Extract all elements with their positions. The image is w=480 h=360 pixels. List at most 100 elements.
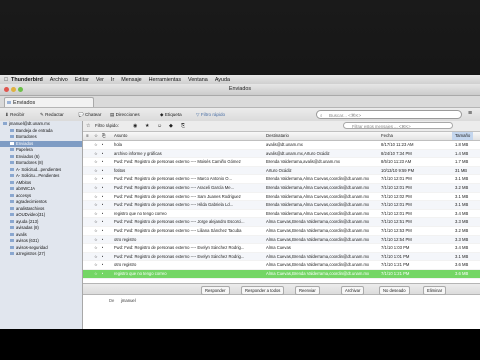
date-column-header[interactable]: Fecha bbox=[381, 132, 393, 140]
star-icon[interactable]: ☆ bbox=[94, 175, 98, 183]
folder-icon bbox=[10, 141, 14, 145]
thread-column-icon[interactable]: ≡ bbox=[86, 132, 89, 140]
close-window-button[interactable] bbox=[4, 87, 9, 92]
tag-filter-icon[interactable]: ◆ bbox=[169, 121, 173, 131]
minimize-window-button[interactable] bbox=[11, 87, 16, 92]
message-recipient: Arturo Ocádiz bbox=[266, 167, 292, 173]
star-icon[interactable]: ☆ bbox=[94, 150, 98, 158]
folder-icon bbox=[10, 245, 14, 249]
chat-button[interactable]: 💬 Chatear bbox=[78, 111, 101, 119]
archive-button[interactable]: Archivar bbox=[341, 285, 365, 295]
menu-editar[interactable]: Editar bbox=[75, 77, 89, 83]
message-subject: Fwd: Fwd: Registro de personas externo -… bbox=[114, 219, 245, 225]
message-row[interactable]: ☆ • Fwd: Fwd: Registro de personas externo… bbox=[83, 252, 480, 262]
message-row[interactable]: ☆ • Fwd: Fwd: Registro de personas externo… bbox=[83, 175, 480, 184]
message-row[interactable]: ☆ • fotitos Arturo Ocádiz 10/13/10 9:59 PM 31… bbox=[83, 166, 480, 176]
star-icon[interactable]: ☆ bbox=[94, 141, 98, 149]
menu-herramientas[interactable]: Herramientas bbox=[149, 77, 181, 83]
search-icon: ⌕ bbox=[320, 113, 323, 118]
star-icon[interactable]: ☆ bbox=[94, 227, 98, 235]
message-row[interactable]: ☆ • Fwd: Fwd: Registro de personas externo… bbox=[83, 158, 480, 167]
message-row[interactable]: ☆ • Fwd: Fwd: Registro de personas externo… bbox=[83, 201, 480, 210]
menu-archivo[interactable]: Archivo bbox=[50, 77, 68, 83]
recipient-column-header[interactable]: Destinatario bbox=[266, 132, 289, 140]
star-icon[interactable]: ☆ bbox=[94, 184, 98, 192]
message-size: 3.1 MB bbox=[455, 176, 469, 182]
message-row[interactable]: ☆ • archivo informe y gráficas avalis@dt.un… bbox=[83, 149, 480, 159]
thunderbird-window: Enviados Enviados ⬇ Recibir ✎ Redactar 💬… bbox=[0, 84, 480, 329]
contact-filter-icon[interactable]: ☺ bbox=[157, 121, 162, 131]
forward-button[interactable]: Reenviar bbox=[295, 285, 320, 295]
get-mail-button[interactable]: ⬇ Recibir bbox=[5, 111, 24, 119]
tab-enviados[interactable]: Enviados bbox=[4, 97, 94, 107]
star-icon[interactable]: ☆ bbox=[94, 167, 98, 175]
message-date: 8/17/10 11:23 AM bbox=[381, 142, 414, 147]
message-row[interactable]: ☆ • Fwd: Fwd: Registro de personas externo… bbox=[83, 227, 480, 236]
write-button[interactable]: ✎ Redactar bbox=[40, 111, 64, 119]
column-header: ≡ ☆ ⎘ Asunto Destinatario Fecha Tamaño bbox=[83, 132, 480, 141]
app-menu-icon[interactable]: ≡ bbox=[468, 110, 472, 118]
message-row[interactable]: ☆ • registro que no tengo correo Brenda Val… bbox=[83, 210, 480, 219]
global-search-input[interactable]: ⌕ Buscar... <⌘K> bbox=[316, 110, 462, 119]
folder-icon bbox=[10, 206, 14, 210]
quick-filter-button[interactable]: ▽ Filtro rápido bbox=[196, 111, 225, 119]
star-icon[interactable]: ☆ bbox=[94, 244, 98, 252]
menu-mensaje[interactable]: Mensaje bbox=[121, 77, 141, 83]
read-icon: • bbox=[102, 245, 104, 251]
window-title: Enviados bbox=[228, 86, 252, 92]
read-icon: • bbox=[102, 210, 104, 216]
message-row[interactable]: ☆ • otro registro Alma Cuevas,Brenda Valder… bbox=[83, 261, 480, 270]
message-row[interactable]: ☆ • otro registro Alma Cuevas,Brenda Valder… bbox=[83, 235, 480, 245]
attachment-filter-icon[interactable]: ⎘ bbox=[181, 121, 185, 131]
message-recipient: Alma Cuevas,Brenda Valderrama,coordin@dt… bbox=[266, 270, 370, 276]
star-icon[interactable]: ☆ bbox=[94, 201, 98, 209]
menu-ayuda[interactable]: Ayuda bbox=[215, 77, 230, 83]
star-icon[interactable]: ☆ bbox=[94, 210, 98, 218]
address-book-button[interactable]: ▤ Direcciones bbox=[110, 111, 140, 119]
message-subject: Fwd: Fwd: Registro de personas externo -… bbox=[114, 227, 242, 233]
star-icon[interactable]: ☆ bbox=[94, 261, 98, 269]
message-row[interactable]: ☆ • Fwd: Fwd: Registro de personas externo… bbox=[83, 244, 480, 253]
message-size: 3.6 MB bbox=[455, 262, 469, 268]
starred-filter-icon[interactable]: ★ bbox=[145, 121, 149, 131]
junk-button[interactable]: No deseado bbox=[379, 285, 410, 295]
zoom-window-button[interactable] bbox=[18, 87, 23, 92]
star-icon[interactable]: ☆ bbox=[94, 193, 98, 201]
star-column-icon[interactable]: ☆ bbox=[94, 132, 98, 140]
tag-button[interactable]: ◆ Etiqueta bbox=[160, 111, 182, 119]
reply-all-button[interactable]: Responder a todos bbox=[241, 285, 285, 295]
menu-ir[interactable]: Ir bbox=[111, 77, 114, 83]
message-row[interactable]: ☆ • Fwd: Fwd: Registro de personas externo… bbox=[83, 183, 480, 193]
menu-ventana[interactable]: Ventana bbox=[188, 77, 208, 83]
star-icon[interactable]: ☆ bbox=[94, 158, 98, 166]
star-icon[interactable]: ☆ bbox=[94, 253, 98, 261]
quick-filter-input[interactable]: Filtrar estos mensajes ... <⌘K> bbox=[343, 122, 453, 129]
menu-thunderbird[interactable]: Thunderbird bbox=[11, 77, 43, 83]
folder-icon bbox=[10, 200, 14, 204]
read-icon: • bbox=[102, 253, 104, 259]
star-icon[interactable]: ☆ bbox=[94, 218, 98, 226]
delete-button[interactable]: Eliminar bbox=[423, 285, 447, 295]
reply-button[interactable]: Responder bbox=[201, 285, 230, 295]
attachment-column-icon[interactable]: ⎘ bbox=[102, 132, 105, 140]
sidebar-folder[interactable]: azregistros (27) bbox=[0, 251, 82, 258]
message-row[interactable]: ☆ • Fwd: Fwd: Registro de personas externo… bbox=[83, 218, 480, 227]
message-row[interactable]: ☆ • Fwd: Fwd: Registro de personas externo… bbox=[83, 193, 480, 202]
message-recipient: avalis@dt.unam.mx bbox=[266, 142, 303, 147]
apple-icon[interactable]:  bbox=[4, 77, 8, 83]
message-row[interactable]: ☆ • registro que no tengo correo Alma Cueva… bbox=[83, 269, 480, 279]
message-row[interactable]: ☆ • hola avalis@dt.unam.mx 8/17/10 11:23 AM 1… bbox=[83, 141, 480, 150]
star-icon[interactable]: ☆ bbox=[94, 236, 98, 244]
message-date: 7/1/10 12:53 PM bbox=[381, 227, 412, 233]
unread-filter-icon[interactable]: ◉ bbox=[133, 121, 137, 131]
message-preview: De jmanuel bbox=[83, 295, 480, 329]
message-recipient: Brenda Valderrama,Alma Cuevas,coordin@dt… bbox=[266, 184, 370, 190]
message-date: 7/1/10 1:01 PM bbox=[381, 253, 410, 259]
star-icon[interactable]: ☆ bbox=[94, 270, 98, 278]
menu-ver[interactable]: Ver bbox=[96, 77, 104, 83]
subject-column-header[interactable]: Asunto bbox=[114, 132, 127, 140]
tab-label: Enviados bbox=[13, 100, 36, 106]
size-column-header[interactable]: Tamaño bbox=[452, 132, 474, 140]
message-subject: fotitos bbox=[114, 167, 126, 173]
pin-icon[interactable]: ☆ bbox=[86, 121, 90, 131]
